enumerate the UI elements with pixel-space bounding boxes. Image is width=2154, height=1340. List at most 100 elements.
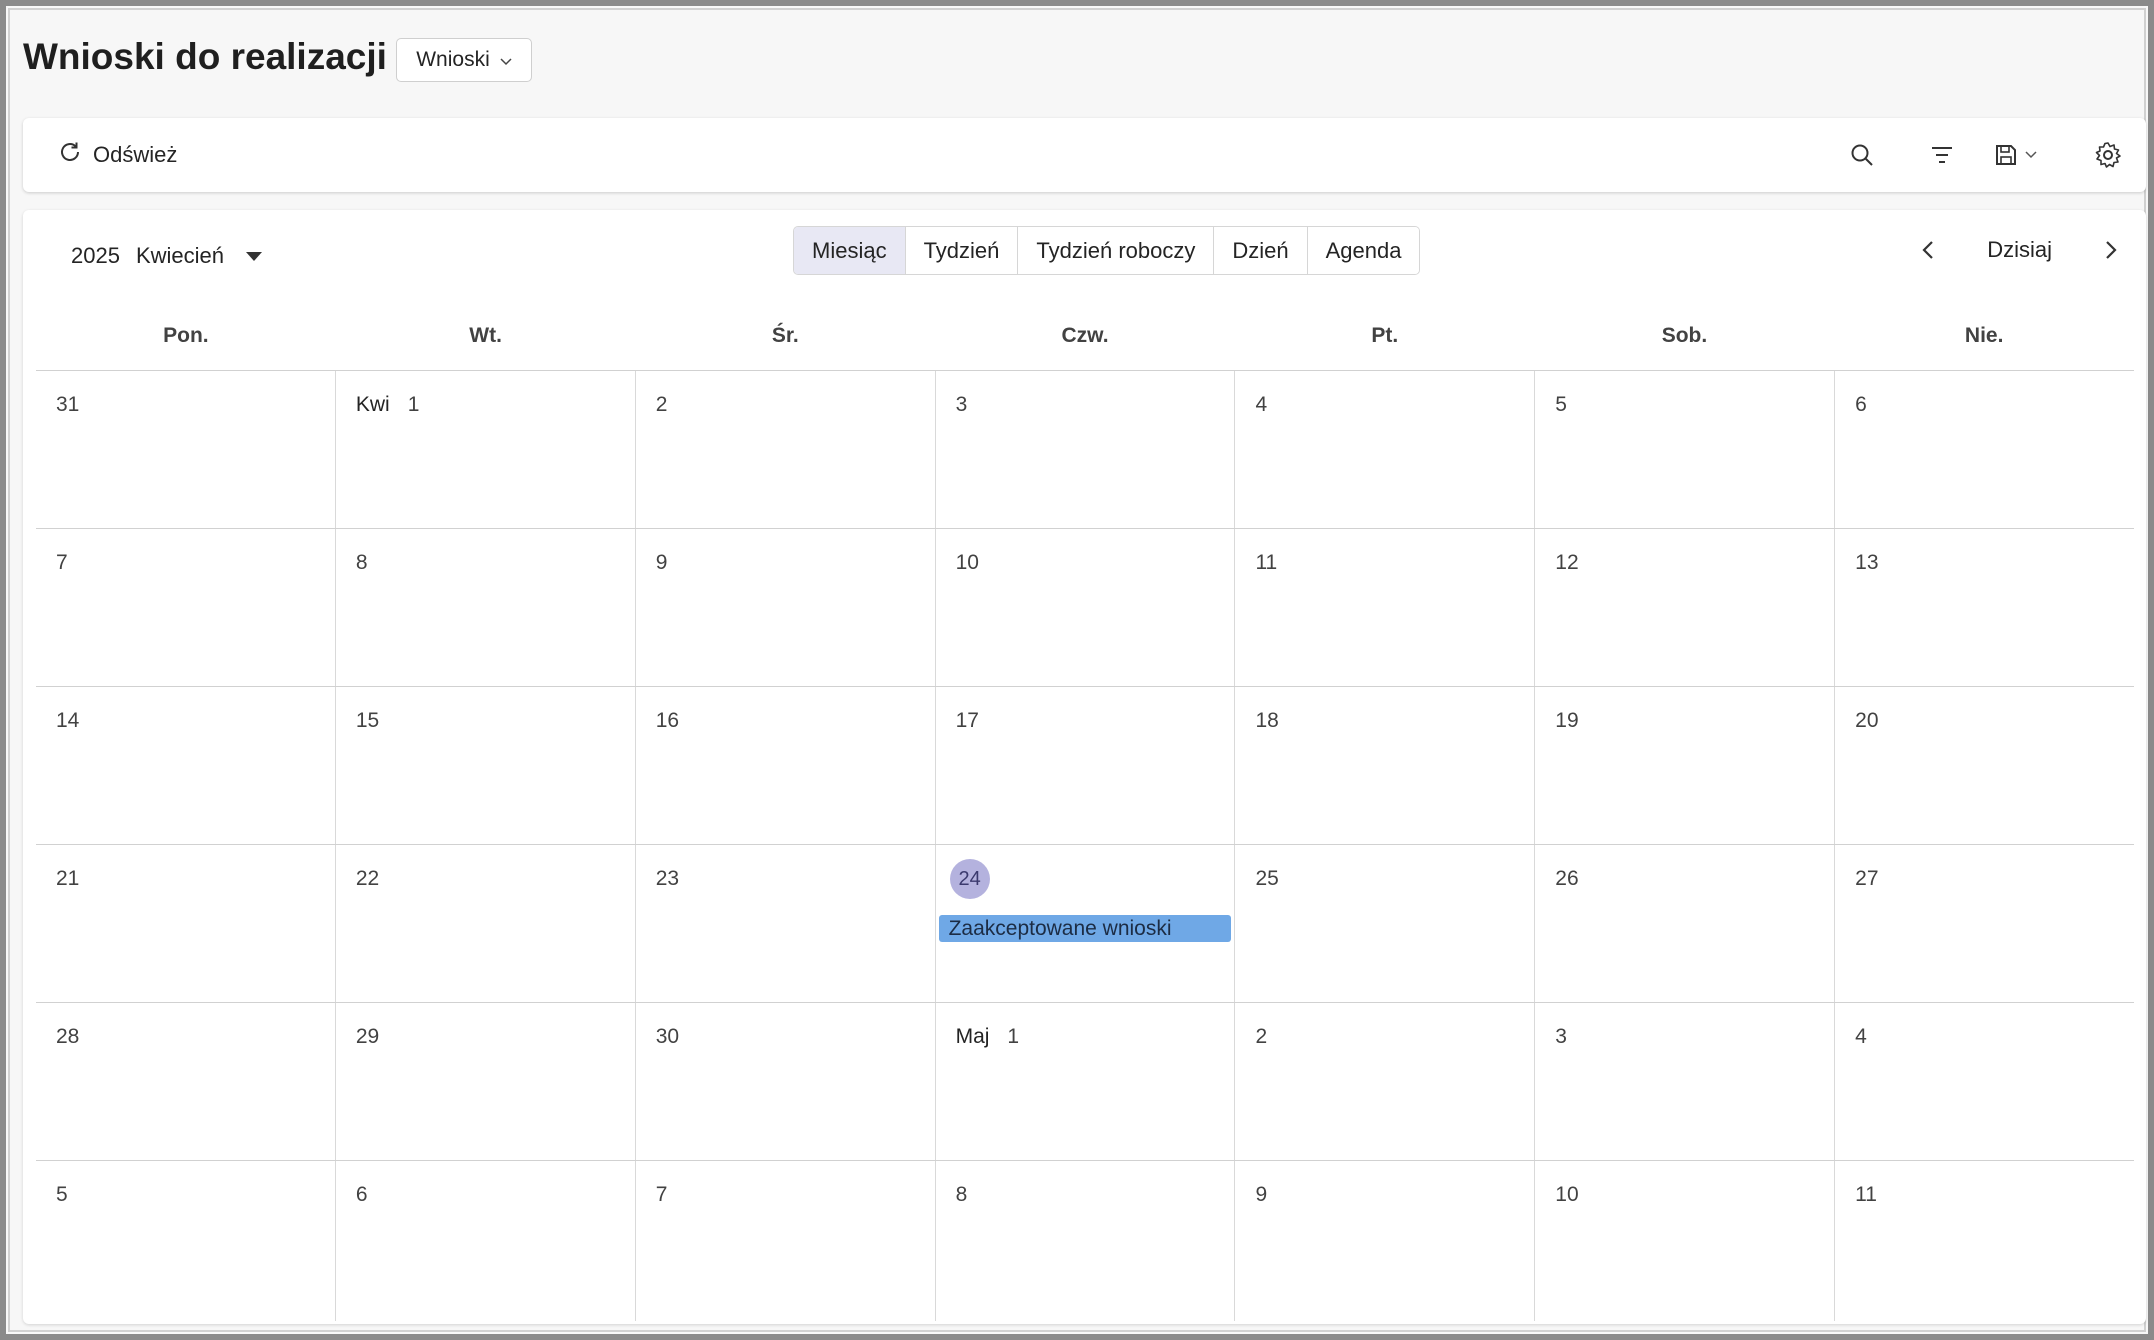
day-cell[interactable]: 10 bbox=[1535, 1161, 1836, 1321]
day-value: 10 bbox=[955, 551, 979, 574]
week-row: 5 6 7 8 9 10 11 bbox=[36, 1161, 2134, 1321]
day-number: 9 bbox=[656, 551, 668, 575]
day-cell[interactable]: 25 bbox=[1235, 845, 1536, 1002]
day-cell[interactable]: 19 bbox=[1535, 687, 1836, 844]
day-number: 28 bbox=[56, 1025, 79, 1049]
chevron-left-icon[interactable] bbox=[1913, 235, 1943, 265]
day-value: 13 bbox=[1855, 551, 1879, 574]
day-value: 6 bbox=[1855, 393, 1867, 416]
day-value: 10 bbox=[1555, 1183, 1579, 1206]
day-number: 7 bbox=[656, 1183, 668, 1207]
day-cell[interactable]: 31 bbox=[36, 371, 336, 528]
day-value: 9 bbox=[655, 551, 668, 574]
weekday-label: Śr. bbox=[771, 324, 799, 347]
day-cell[interactable]: 27 bbox=[1835, 845, 2134, 1002]
weekday-label: Pon. bbox=[163, 324, 209, 347]
day-cell[interactable]: 9 bbox=[1235, 1161, 1536, 1321]
chevron-right-icon[interactable] bbox=[2096, 235, 2126, 265]
day-number: 10 bbox=[1555, 1183, 1578, 1207]
tab-work-week[interactable]: Tydzień roboczy bbox=[1018, 227, 1215, 274]
day-cell[interactable]: Maj 1 bbox=[936, 1003, 1236, 1160]
day-cell[interactable]: 9 bbox=[636, 529, 936, 686]
day-number: 30 bbox=[656, 1025, 679, 1049]
day-cell[interactable]: 7 bbox=[36, 529, 336, 686]
day-cell[interactable]: 23 bbox=[636, 845, 936, 1002]
day-cell[interactable]: 10 bbox=[936, 529, 1236, 686]
day-cell[interactable]: 2 bbox=[1235, 1003, 1536, 1160]
day-cell[interactable]: 11 bbox=[1235, 529, 1536, 686]
month-label: Kwiecień bbox=[135, 243, 224, 268]
day-cell[interactable]: 21 bbox=[36, 845, 336, 1002]
month-abbrev: Kwi bbox=[355, 393, 390, 416]
day-cell[interactable]: 26 bbox=[1535, 845, 1836, 1002]
day-cell[interactable]: 18 bbox=[1235, 687, 1536, 844]
tab-week[interactable]: Tydzień bbox=[905, 227, 1019, 274]
day-value: 27 bbox=[1855, 867, 1879, 890]
tab-day[interactable]: Dzień bbox=[1214, 227, 1308, 274]
day-cell[interactable]: 29 bbox=[336, 1003, 636, 1160]
day-cell[interactable]: 8 bbox=[336, 529, 636, 686]
page-title: Wnioski do realizacji bbox=[23, 36, 387, 77]
weekday-label: Pt. bbox=[1371, 324, 1399, 347]
day-cell[interactable]: 3 bbox=[1535, 1003, 1836, 1160]
day-cell[interactable]: 6 bbox=[336, 1161, 636, 1321]
day-value: 25 bbox=[1255, 867, 1279, 890]
view-selector-button[interactable]: Wnioski bbox=[396, 38, 532, 82]
day-cell[interactable]: 5 bbox=[1535, 371, 1836, 528]
day-number: Maj 1 bbox=[956, 1025, 1020, 1049]
weekday-label: Nie. bbox=[1964, 324, 2004, 347]
day-cell[interactable]: 24 Zaakceptowane wnioski bbox=[936, 845, 1236, 1002]
day-cell[interactable]: 16 bbox=[636, 687, 936, 844]
day-cell[interactable]: 30 bbox=[636, 1003, 936, 1160]
day-number: 4 bbox=[1255, 393, 1267, 417]
month-picker[interactable]: 2025 Kwiecień bbox=[71, 240, 262, 272]
day-cell[interactable]: 14 bbox=[36, 687, 336, 844]
day-number: 27 bbox=[1855, 867, 1878, 891]
day-cell[interactable]: 11 bbox=[1835, 1161, 2134, 1321]
day-cell[interactable]: 22 bbox=[336, 845, 636, 1002]
week-row: 31 Kwi 1 2 3 4 5 6 bbox=[36, 371, 2134, 529]
tab-month[interactable]: Miesiąc bbox=[794, 227, 906, 274]
calendar: 2025 Kwiecień Miesiąc Tydzień Tydzień ro… bbox=[23, 210, 2146, 1324]
day-number: 22 bbox=[356, 867, 379, 891]
save-icon[interactable] bbox=[1993, 138, 2049, 172]
day-cell[interactable]: 4 bbox=[1835, 1003, 2134, 1160]
day-cell[interactable]: 12 bbox=[1535, 529, 1836, 686]
month-abbrev: Maj bbox=[955, 1025, 990, 1048]
day-number: 19 bbox=[1555, 709, 1578, 733]
day-cell[interactable]: 7 bbox=[636, 1161, 936, 1321]
day-number: 10 bbox=[956, 551, 979, 575]
day-number: 31 bbox=[56, 393, 79, 417]
day-number: 23 bbox=[656, 867, 679, 891]
day-number: 8 bbox=[956, 1183, 968, 1207]
day-value: 15 bbox=[355, 709, 380, 732]
day-cell[interactable]: 5 bbox=[36, 1161, 336, 1321]
day-cell[interactable]: 20 bbox=[1835, 687, 2134, 844]
day-cell[interactable]: 28 bbox=[36, 1003, 336, 1160]
day-number: 17 bbox=[956, 709, 979, 733]
tab-agenda[interactable]: Agenda bbox=[1307, 227, 1420, 274]
day-cell[interactable]: Kwi 1 bbox=[336, 371, 636, 528]
calendar-event[interactable]: Zaakceptowane wnioski bbox=[938, 915, 1232, 942]
day-cell[interactable]: 3 bbox=[936, 371, 1236, 528]
day-cell[interactable]: 2 bbox=[636, 371, 936, 528]
filter-icon[interactable] bbox=[1925, 138, 1959, 172]
day-cell[interactable]: 17 bbox=[936, 687, 1236, 844]
day-value: 17 bbox=[955, 709, 979, 732]
day-cell[interactable]: 15 bbox=[336, 687, 636, 844]
today-button[interactable]: Dzisiaj bbox=[1987, 237, 2052, 263]
refresh-button[interactable]: Odśwież bbox=[57, 136, 177, 174]
day-number: 20 bbox=[1855, 709, 1878, 733]
day-cell[interactable]: 8 bbox=[936, 1161, 1236, 1321]
day-number: 12 bbox=[1555, 551, 1578, 575]
day-cell[interactable]: 6 bbox=[1835, 371, 2134, 528]
day-cell[interactable]: 4 bbox=[1235, 371, 1536, 528]
gear-icon[interactable] bbox=[2091, 138, 2125, 172]
day-cell[interactable]: 13 bbox=[1835, 529, 2134, 686]
day-value: 28 bbox=[56, 1025, 80, 1048]
day-value: 4 bbox=[1855, 1025, 1867, 1048]
day-value: 20 bbox=[1855, 709, 1879, 732]
search-icon[interactable] bbox=[1845, 138, 1879, 172]
day-value: 19 bbox=[1555, 709, 1579, 732]
week-row: 7 8 9 10 11 12 13 bbox=[36, 529, 2134, 687]
